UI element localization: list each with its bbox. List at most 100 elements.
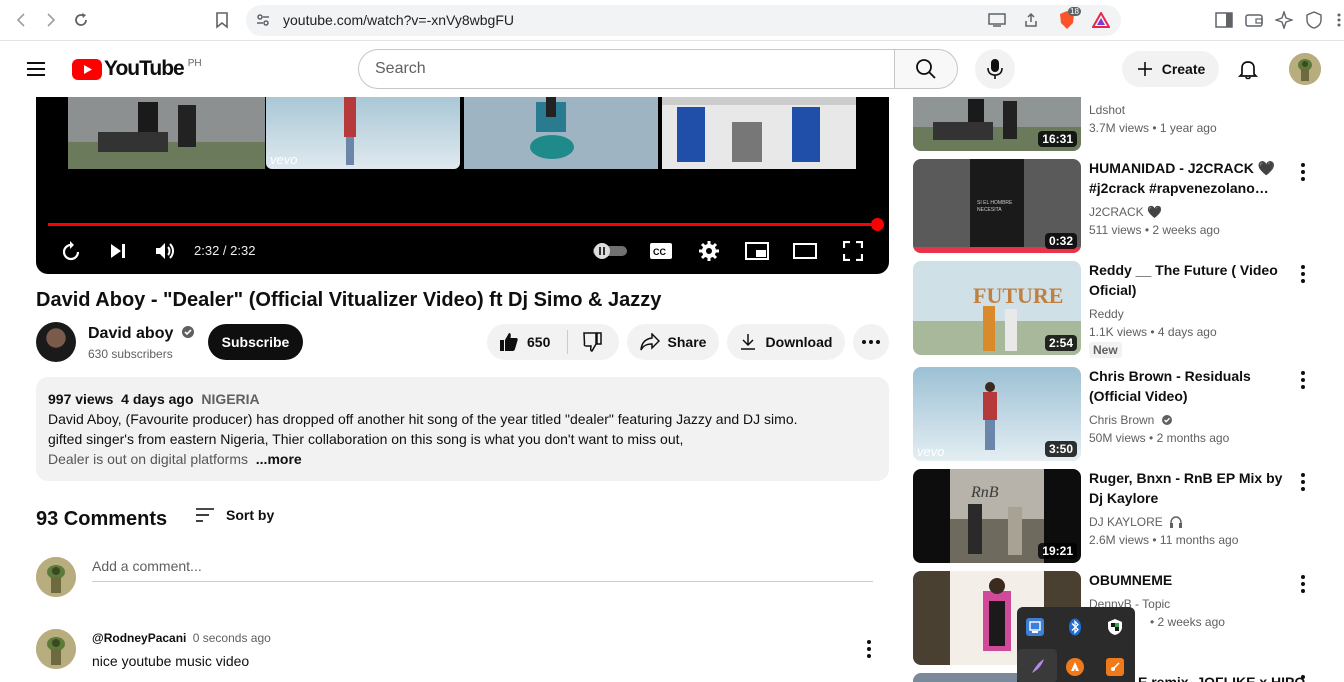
rec-views-2: 511 views [1089,223,1142,237]
channel-avatar[interactable] [36,322,76,362]
replay-icon[interactable] [57,237,85,265]
rec-title-3[interactable]: Reddy __ The Future ( Video Oficial) [1089,260,1294,300]
progress-bar[interactable] [48,223,878,226]
comment-author-avatar[interactable] [36,629,76,669]
search-button[interactable] [894,49,958,89]
share-button[interactable]: Share [627,324,719,360]
comment-menu-icon[interactable] [862,639,876,659]
bookmark-icon[interactable] [211,9,233,31]
vpn-icon[interactable] [1303,9,1325,31]
endscreen-thumb-1[interactable] [68,97,265,169]
orange-app-icon[interactable] [1106,658,1124,676]
rec-channel-5[interactable]: DJ KAYLORE [1089,515,1183,529]
feather-app-icon[interactable] [1017,649,1057,682]
theater-mode-icon[interactable] [791,237,819,265]
rec-thumbnail-4[interactable]: vevo 3:50 [913,367,1081,461]
sort-by-button[interactable]: Sort by [194,506,274,524]
brave-rewards-icon[interactable] [1090,9,1112,31]
rec-channel-2[interactable]: J2CRACK 🖤 [1089,205,1162,219]
rec-thumbnail-1[interactable]: 16:31 [913,97,1081,151]
subscribe-button[interactable]: Subscribe [208,324,303,360]
svg-text:SI EL HOMBRE: SI EL HOMBRE [977,200,1013,206]
endscreen-thumb-3[interactable] [464,97,658,169]
autoplay-toggle[interactable] [592,237,628,265]
rec-thumbnail-3[interactable]: FUTURE 2:54 [913,261,1081,355]
rec-duration-3: 2:54 [1044,335,1077,351]
network-app-icon[interactable] [1026,618,1044,636]
account-avatar[interactable] [1289,53,1321,85]
rec-menu-icon-7[interactable] [1296,672,1310,682]
rec-title-5[interactable]: Ruger, Bnxn - RnB EP Mix by Dj Kaylore [1089,468,1294,508]
forward-icon[interactable] [40,9,62,31]
rec-title-2[interactable]: HUMANIDAD - J2CRACK 🖤 #j2crack #rapvenez… [1089,158,1294,198]
download-icon [740,334,755,350]
rec-channel-3[interactable]: Reddy [1089,307,1124,321]
like-button[interactable]: 650 [487,324,567,360]
rec-menu-icon-2[interactable] [1296,162,1310,182]
description-box[interactable]: 997 views 4 days ago NIGERIA David Aboy,… [36,377,889,481]
rec-channel-4[interactable]: Chris Brown [1089,413,1173,427]
comment-time[interactable]: 0 seconds ago [193,631,271,645]
avast-icon[interactable] [1066,658,1084,676]
location-tag[interactable]: NIGERIA [201,391,259,407]
progress-scrubber[interactable] [871,218,884,231]
endscreen-thumb-4[interactable] [662,97,856,169]
sidebar-toggle-icon[interactable] [1213,9,1235,31]
bluetooth-icon[interactable] [1066,618,1084,636]
rec-menu-icon-5[interactable] [1296,472,1310,492]
rec-thumbnail-2[interactable]: SI EL HOMBRE NECESITA 0:32 [913,159,1081,253]
svg-text:vevo: vevo [917,444,944,459]
notifications-bell-icon[interactable] [1236,57,1260,81]
verified-badge-icon [181,326,194,338]
description-line-1: David Aboy, (Favourite producer) has dro… [48,411,798,427]
back-icon[interactable] [10,9,32,31]
comment-author[interactable]: @RodneyPacani [92,631,186,645]
create-button[interactable]: Create [1122,51,1219,87]
rec-title-7[interactable]: E remix, JOFLIKE x HIPO [1138,672,1343,682]
rec-menu-icon-3[interactable] [1296,264,1310,284]
dislike-button[interactable] [568,324,618,360]
svg-text:RnB: RnB [970,484,999,501]
channel-name-text: David aboy [88,325,174,342]
download-button[interactable]: Download [727,324,845,360]
more-actions-button[interactable] [853,324,889,360]
new-badge: New [1089,342,1122,358]
leo-ai-icon[interactable] [1273,9,1295,31]
comment-text: nice youtube music video [92,653,250,669]
rec-thumbnail-5[interactable]: RnB 19:21 [913,469,1081,563]
youtube-logo[interactable]: YouTube PH [72,56,202,82]
volume-icon[interactable] [151,237,179,265]
channel-name[interactable]: David aboy [88,325,195,343]
next-video-icon[interactable] [104,237,132,265]
miniplayer-icon[interactable] [743,237,771,265]
rec-meta-1: 3.7M views • 1 year ago [1089,121,1217,135]
share-page-icon[interactable] [1020,9,1042,31]
settings-gear-icon[interactable] [695,237,723,265]
reload-icon[interactable] [70,9,92,31]
sort-icon [196,508,214,522]
wallet-icon[interactable] [1243,9,1265,31]
cast-icon[interactable] [986,9,1008,31]
site-settings-icon[interactable] [252,9,274,31]
security-shield-icon[interactable] [1106,618,1124,636]
rec-menu-icon-4[interactable] [1296,370,1310,390]
rec-meta-3: 1.1K views • 4 days ago [1089,325,1217,339]
hamburger-menu-icon[interactable] [24,57,48,81]
rec-title-4[interactable]: Chris Brown - Residuals (Official Video) [1089,366,1294,406]
rec-menu-icon-6[interactable] [1296,574,1310,594]
video-player[interactable]: vevo 2:32 / 2:32 CC [36,97,889,274]
captions-icon[interactable]: CC [647,237,675,265]
brave-shields-icon[interactable]: 18 [1056,7,1081,31]
search-input[interactable] [359,50,895,88]
rec-title-6[interactable]: OBUMNEME [1089,570,1294,590]
rec-age-1: 1 year ago [1159,121,1217,135]
add-comment-input[interactable]: Add a comment... [92,558,873,582]
like-dislike-group: 650 [487,324,619,360]
menu-icon[interactable] [1328,9,1344,31]
rec-channel-1[interactable]: Ldshot [1089,103,1125,117]
fullscreen-icon[interactable] [839,237,867,265]
endscreen-thumb-2[interactable]: vevo [266,97,460,169]
voice-search-button[interactable] [975,49,1015,89]
show-more-link[interactable]: ...more [256,451,302,467]
comment-count: 93 Comments [36,508,168,530]
